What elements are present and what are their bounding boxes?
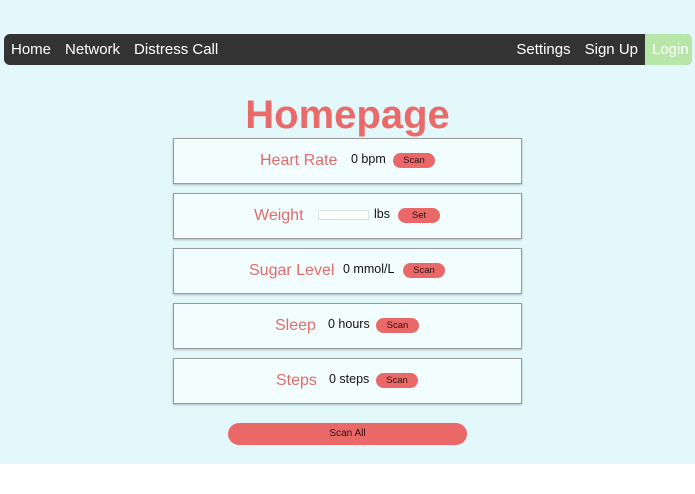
weight-card: Weight lbs Set bbox=[173, 193, 522, 239]
heart-rate-label: Heart Rate bbox=[260, 152, 338, 169]
top-navbar: Home Network Distress Call Settings Sign… bbox=[4, 34, 692, 65]
steps-scan-button[interactable]: Scan bbox=[376, 373, 418, 388]
weight-unit: lbs bbox=[374, 207, 390, 221]
nav-distress-call-link[interactable]: Distress Call bbox=[127, 34, 225, 65]
sugar-level-label: Sugar Level bbox=[249, 262, 335, 279]
heart-rate-scan-button[interactable]: Scan bbox=[393, 153, 435, 168]
sugar-level-value: 0 mmol/L bbox=[343, 262, 395, 276]
sugar-level-card: Sugar Level 0 mmol/L Scan bbox=[173, 248, 522, 294]
weight-label: Weight bbox=[254, 207, 304, 224]
nav-settings-link[interactable]: Settings bbox=[509, 34, 577, 65]
page-title: Homepage bbox=[245, 93, 450, 137]
steps-value: 0 steps bbox=[329, 372, 370, 386]
weight-set-button[interactable]: Set bbox=[398, 208, 440, 223]
nav-network-link[interactable]: Network bbox=[58, 34, 127, 65]
nav-sign-up-link[interactable]: Sign Up bbox=[578, 34, 645, 65]
steps-card: Steps 0 steps Scan bbox=[173, 358, 522, 404]
sleep-scan-button[interactable]: Scan bbox=[376, 318, 419, 333]
navbar-left-group: Home Network Distress Call bbox=[4, 34, 225, 65]
heart-rate-value: 0 bpm bbox=[351, 152, 386, 166]
sleep-card: Sleep 0 hours Scan bbox=[173, 303, 522, 349]
nav-login-link[interactable]: Login bbox=[645, 34, 692, 65]
sleep-label: Sleep bbox=[275, 317, 316, 334]
sugar-level-scan-button[interactable]: Scan bbox=[403, 263, 445, 278]
sleep-value: 0 hours bbox=[328, 317, 370, 331]
weight-input[interactable] bbox=[318, 210, 369, 220]
scan-all-button[interactable]: Scan All bbox=[228, 423, 467, 445]
navbar-right-group: Settings Sign Up Login bbox=[509, 34, 692, 65]
heart-rate-card: Heart Rate 0 bpm Scan bbox=[173, 138, 522, 184]
nav-home-link[interactable]: Home bbox=[4, 34, 58, 65]
steps-label: Steps bbox=[276, 372, 317, 389]
